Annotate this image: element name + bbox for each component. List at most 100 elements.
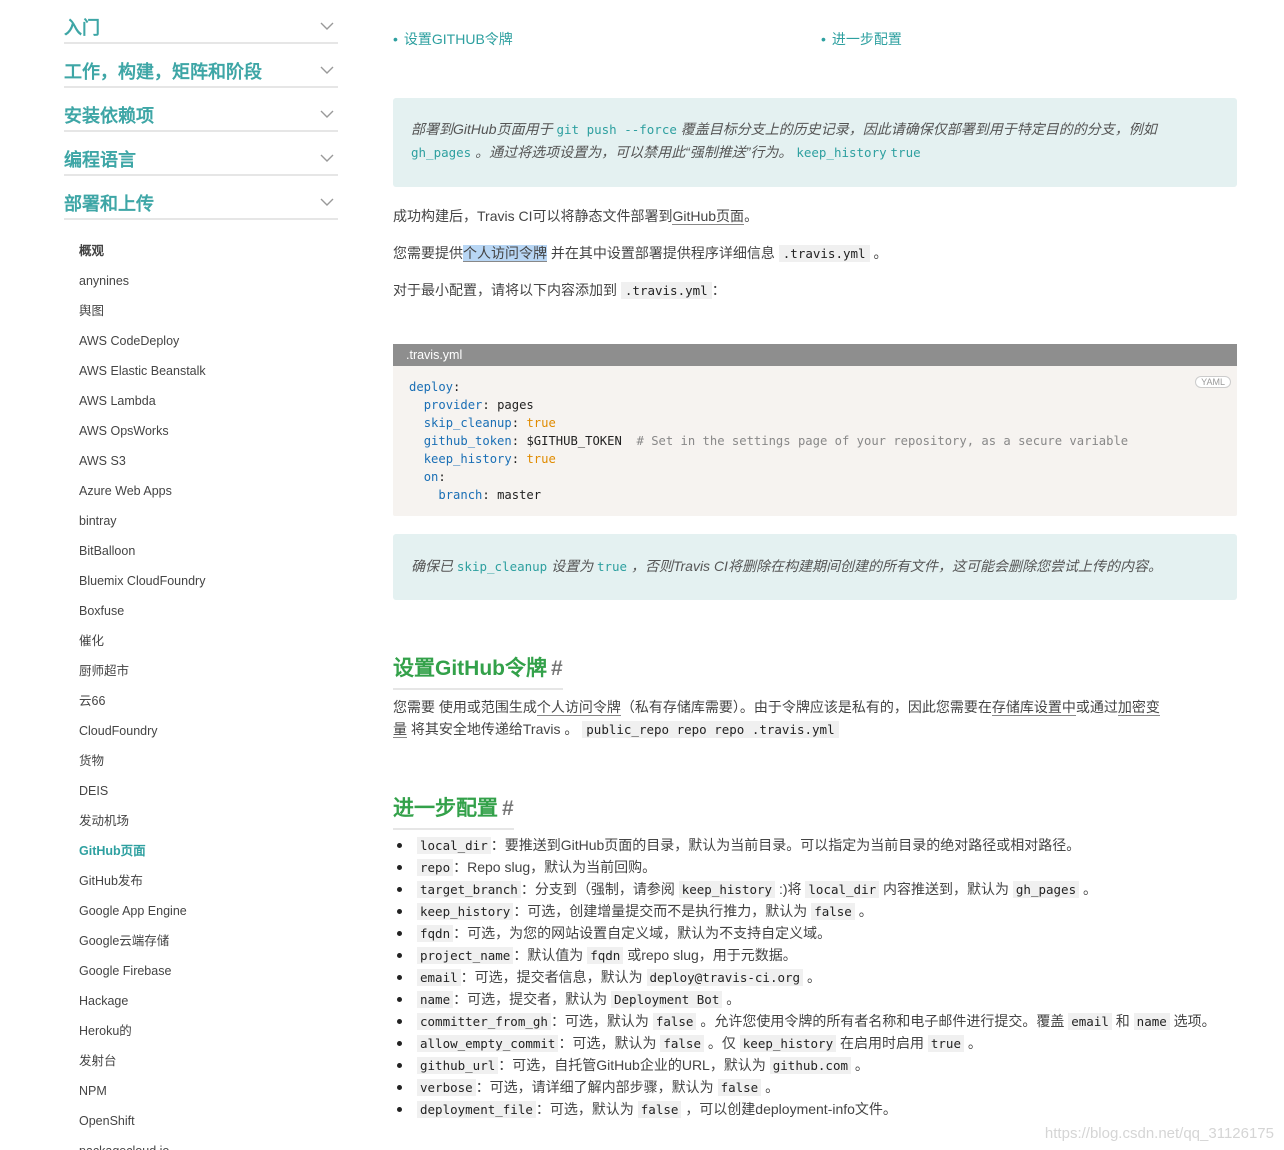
option-text: 。: [1083, 881, 1098, 897]
sidebar-subnav: 概观 anynines 舆图 AWS CodeDeploy AWS Elastic Be…: [64, 242, 338, 1150]
option-text: 。: [806, 969, 821, 985]
sidebar-item[interactable]: Google App Engine: [79, 902, 338, 932]
option-text: 。允许您使用令牌的所有者名称和电子邮件进行提交。覆盖: [700, 1013, 1065, 1029]
option-text: ：可选，创建增量提交而不是执行推力，默认为: [513, 903, 808, 919]
option-text: ：可选，提交者，默认为: [453, 991, 608, 1007]
toc-link-config[interactable]: 进一步配置: [821, 29, 902, 49]
option-text: 选项。: [1173, 1013, 1216, 1029]
sidebar-section-deployment[interactable]: 部署和上传: [64, 176, 338, 220]
code-caption: .travis.yml: [393, 344, 1237, 366]
toc-link-token[interactable]: 设置GITHUB令牌: [393, 29, 513, 49]
personal-access-token-link[interactable]: 个人访问令牌: [463, 245, 547, 262]
heading-github-token: 设置GitHub令牌 #: [393, 652, 563, 690]
sidebar-item[interactable]: AWS Elastic Beanstalk: [79, 362, 338, 392]
encrypted-variables-link[interactable]: 加密变: [1117, 699, 1160, 716]
code-content[interactable]: deploy: provider: pages skip_cleanup: tr…: [393, 366, 1237, 516]
text: 对于最小配置，请将以下内容添加到: [393, 282, 617, 298]
option-text: ，可以创建deployment-info文件。: [685, 1101, 897, 1117]
sidebar-item[interactable]: Bluemix CloudFoundry: [79, 572, 338, 602]
sidebar-item[interactable]: AWS CodeDeploy: [79, 332, 338, 362]
sidebar-item[interactable]: packagecloud.io: [79, 1142, 338, 1150]
inline-code: keep_history: [796, 145, 887, 160]
sidebar-item[interactable]: 货物: [79, 752, 338, 782]
code-value: true: [526, 452, 556, 466]
sidebar-item[interactable]: 发动机场: [79, 812, 338, 842]
option-key: allow_empty_commit: [417, 1035, 559, 1052]
sidebar-item[interactable]: Google云端存储: [79, 932, 338, 962]
sidebar-item[interactable]: GitHub发布: [79, 872, 338, 902]
code-value: master: [497, 488, 542, 502]
sidebar-section-languages[interactable]: 编程语言: [64, 132, 338, 176]
inline-code: gh_pages: [411, 145, 472, 160]
repository-settings-link[interactable]: 存储库设置中: [991, 699, 1076, 716]
sidebar-item[interactable]: AWS Lambda: [79, 392, 338, 422]
option-key: keep_history: [417, 903, 514, 920]
text: 。: [873, 245, 888, 261]
code-key: branch: [438, 488, 483, 502]
sidebar-item[interactable]: CloudFoundry: [79, 722, 338, 752]
chevron-down-icon: [320, 154, 334, 162]
option-key: email: [417, 969, 461, 986]
inline-code: true: [927, 1035, 964, 1052]
inline-code: gh_pages: [1012, 881, 1080, 898]
sidebar-section-getting-started[interactable]: 入门: [64, 0, 338, 44]
sidebar-item[interactable]: 概观: [79, 242, 338, 272]
list-item: keep_history ：可选，创建增量提交而不是执行推力，默认为 false …: [393, 900, 1253, 922]
sidebar-item[interactable]: 舆图: [79, 302, 338, 332]
sidebar-item[interactable]: AWS S3: [79, 452, 338, 482]
text: 您需要提供: [393, 245, 463, 261]
anchor-link[interactable]: #: [502, 797, 514, 820]
sidebar-item[interactable]: 发射台: [79, 1052, 338, 1082]
sidebar-item[interactable]: GitHub页面: [79, 842, 338, 872]
encrypted-variables-link[interactable]: 量: [393, 721, 407, 738]
inline-code: name: [1133, 1013, 1170, 1030]
note-text: 设置为: [551, 558, 594, 574]
github-pages-link[interactable]: GitHub页面: [672, 208, 745, 225]
option-key: repo: [417, 859, 454, 876]
option-text: ：可选，默认为: [558, 1035, 657, 1051]
text: 将其安全地传递给Travis 。: [410, 721, 579, 737]
sidebar-item[interactable]: Boxfuse: [79, 602, 338, 632]
text: 成功构建后，Travis CI可以将静态文件部署到: [393, 208, 673, 224]
sidebar-item[interactable]: OpenShift: [79, 1112, 338, 1142]
sidebar-item[interactable]: Hackage: [79, 992, 338, 1022]
inline-code: local_dir: [805, 881, 880, 898]
option-key: project_name: [417, 947, 514, 964]
sidebar-section-label: 工作，构建，矩阵和阶段: [64, 62, 262, 82]
option-text: ：要推送到GitHub页面的目录，默认为当前目录。可以指定为当前目录的绝对路径或…: [490, 837, 1081, 853]
code-key: provider: [423, 398, 483, 412]
list-item: allow_empty_commit ：可选，默认为 false 。仅 keep_…: [393, 1032, 1253, 1054]
code-value: pages: [497, 398, 534, 412]
inline-code: true: [890, 145, 921, 160]
text: 或通过: [1075, 699, 1118, 715]
sidebar-item[interactable]: 云66: [79, 692, 338, 722]
sidebar-item[interactable]: 催化: [79, 632, 338, 662]
note-text: 覆盖目标分支上的历史记录，因此请确保仅部署到用于特定目的的分支，例如: [680, 121, 1157, 137]
sidebar-item[interactable]: Heroku的: [79, 1022, 338, 1052]
inline-code: git push --force: [556, 122, 677, 137]
list-item: verbose ：可选，请详细了解内部步骤，默认为 false 。: [393, 1076, 1253, 1098]
anchor-link[interactable]: #: [551, 657, 563, 680]
sidebar-section-jobs[interactable]: 工作，构建，矩阵和阶段: [64, 44, 338, 88]
sidebar-item[interactable]: bintray: [79, 512, 338, 542]
list-item: local_dir ：要推送到GitHub页面的目录，默认为当前目录。可以指定为当…: [393, 834, 1253, 856]
inline-code: public_repo repo repo .travis.yml: [582, 721, 839, 738]
sidebar-item[interactable]: Azure Web Apps: [79, 482, 338, 512]
inline-code: false: [660, 1035, 704, 1052]
personal-access-token-link[interactable]: 个人访问令牌: [536, 699, 621, 716]
paragraph: 成功构建后，Travis CI可以将静态文件部署到GitHub页面。: [393, 205, 758, 227]
sidebar-item[interactable]: 厨师超市: [79, 662, 338, 692]
sidebar-item[interactable]: NPM: [79, 1082, 338, 1112]
paragraph: 您需要提供个人访问令牌 并在其中设置部署提供程序详细信息 .travis.yml…: [393, 242, 887, 265]
sidebar-section-dependencies[interactable]: 安装依赖项: [64, 88, 338, 132]
option-text: ：默认值为: [513, 947, 584, 963]
option-key: verbose: [417, 1079, 476, 1096]
sidebar-item[interactable]: Google Firebase: [79, 962, 338, 992]
sidebar-item[interactable]: anynines: [79, 272, 338, 302]
note-text: ，否则Travis CI将删除在构建期间创建的所有文件，这可能会删除您尝试上传的…: [630, 558, 1162, 574]
sidebar-item[interactable]: BitBalloon: [79, 542, 338, 572]
inline-code: .travis.yml: [778, 245, 870, 262]
sidebar-item[interactable]: AWS OpsWorks: [79, 422, 338, 452]
sidebar-item[interactable]: DEIS: [79, 782, 338, 812]
option-text: 内容推送到，默认为: [883, 881, 1010, 897]
